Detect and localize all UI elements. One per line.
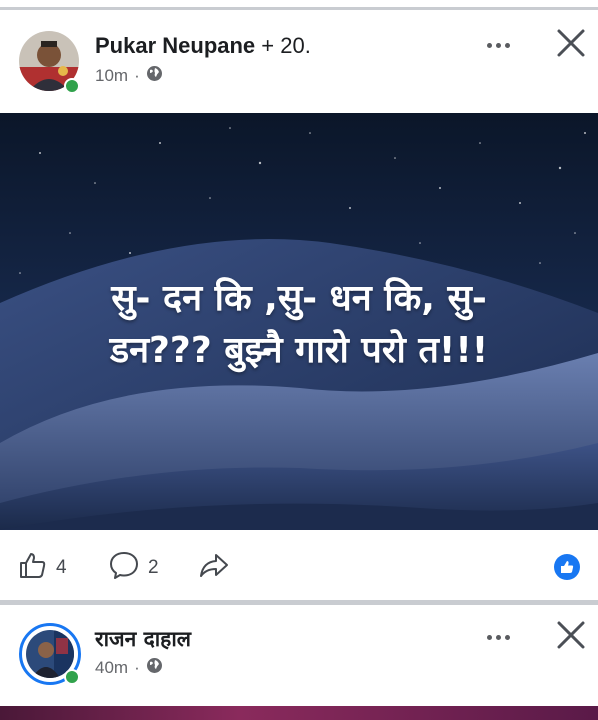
meta-separator: · bbox=[134, 66, 140, 85]
close-icon[interactable] bbox=[553, 25, 589, 61]
author-name[interactable]: राजन दाहाल bbox=[95, 625, 191, 653]
post-image-caption: सु- दन कि ,सु- धन कि, सु- डन??? बुझ्नै ग… bbox=[20, 273, 578, 377]
author-name[interactable]: Pukar Neupane + 20. bbox=[95, 33, 311, 59]
post-time[interactable]: 10m bbox=[95, 66, 128, 86]
globe-icon bbox=[146, 657, 163, 679]
share-button[interactable] bbox=[198, 550, 230, 586]
reaction-like-badge[interactable] bbox=[554, 554, 580, 580]
online-status-dot bbox=[64, 78, 80, 94]
comment-count: 2 bbox=[148, 557, 159, 578]
globe-icon bbox=[146, 65, 163, 87]
dot-icon bbox=[504, 42, 510, 48]
post-image[interactable]: सु- दन कि ,सु- धन कि, सु- डन??? बुझ्नै ग… bbox=[0, 113, 598, 530]
caption-line-2: डन??? बुझ्नै गारो परो त!!! bbox=[109, 330, 489, 371]
dot-icon bbox=[495, 42, 501, 48]
next-post-image-edge[interactable] bbox=[0, 706, 598, 720]
post-actions-bar: 4 2 bbox=[0, 530, 598, 600]
more-options-button[interactable] bbox=[478, 625, 518, 649]
author-name-text[interactable]: Pukar Neupane bbox=[95, 33, 255, 58]
feed-separator bbox=[0, 0, 598, 10]
comment-button[interactable]: 2 bbox=[108, 550, 159, 586]
dot-icon bbox=[495, 634, 501, 640]
dot-icon bbox=[486, 42, 492, 48]
post-time[interactable]: 40m bbox=[95, 658, 128, 678]
share-icon bbox=[198, 550, 230, 586]
more-options-button[interactable] bbox=[478, 33, 518, 57]
caption-line-1: सु- दन कि ,सु- धन कि, सु- bbox=[111, 278, 487, 319]
online-status-dot bbox=[64, 669, 80, 685]
post-header: Pukar Neupane + 20. 10m · bbox=[0, 13, 598, 113]
close-icon[interactable] bbox=[553, 617, 589, 653]
like-button[interactable]: 4 bbox=[18, 550, 67, 586]
post-header: राजन दाहाल 40m · bbox=[0, 605, 598, 705]
thumbs-up-icon bbox=[18, 550, 48, 586]
meta-separator: · bbox=[134, 658, 140, 677]
tagged-count[interactable]: + 20. bbox=[255, 33, 311, 58]
dot-icon bbox=[504, 634, 510, 640]
thumbs-up-icon bbox=[561, 561, 574, 573]
post-meta: 40m · bbox=[95, 657, 163, 679]
dot-icon bbox=[486, 634, 492, 640]
comment-icon bbox=[108, 550, 140, 586]
like-count: 4 bbox=[56, 557, 67, 578]
post-meta: 10m · bbox=[95, 65, 163, 87]
author-name-text[interactable]: राजन दाहाल bbox=[95, 627, 191, 651]
